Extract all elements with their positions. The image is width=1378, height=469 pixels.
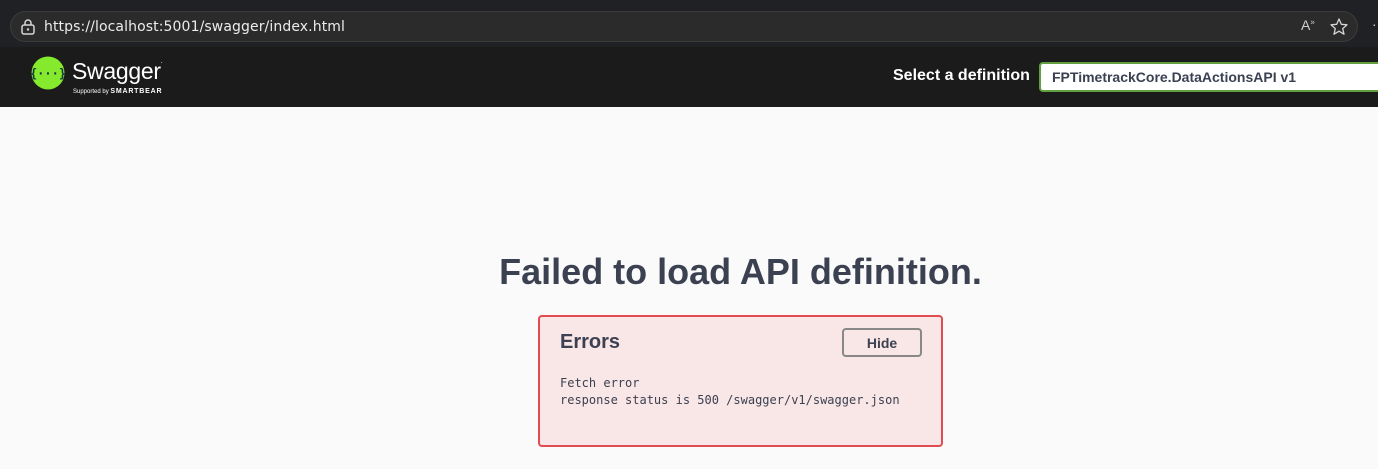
extensions-icon[interactable]: ·	[1372, 16, 1378, 36]
select-definition-label: Select a definition	[893, 67, 1030, 84]
browser-toolbar: https://localhost:5001/swagger/index.htm…	[0, 0, 1378, 47]
read-aloud-icon[interactable]: A»	[1301, 17, 1321, 37]
definition-select[interactable]: FPTimetrackCore.DataActionsAPI v1	[1039, 62, 1378, 92]
hide-button[interactable]: Hide	[842, 328, 922, 357]
url-text[interactable]: https://localhost:5001/swagger/index.htm…	[44, 19, 345, 35]
swagger-logo-text: Swagger.	[72, 58, 163, 84]
swagger-logo-icon: {···}	[31, 56, 65, 90]
svg-text:{···}: {···}	[31, 67, 65, 81]
favorite-star-icon[interactable]	[1329, 17, 1349, 37]
address-bar[interactable]: https://localhost:5001/swagger/index.htm…	[10, 11, 1358, 42]
error-title: Fetch error	[560, 376, 640, 390]
lock-icon[interactable]	[20, 18, 36, 36]
errors-heading: Errors	[560, 331, 621, 353]
page-title: Failed to load API definition.	[499, 251, 982, 292]
swagger-logo-subtext: Supported by SMARTBEAR	[73, 88, 163, 95]
errors-panel: Errors Hide Fetch error response status …	[538, 315, 943, 447]
swagger-topbar: {···} Swagger. Supported by SMARTBEAR Se…	[0, 47, 1378, 107]
error-message: response status is 500 /swagger/v1/swagg…	[560, 393, 900, 407]
